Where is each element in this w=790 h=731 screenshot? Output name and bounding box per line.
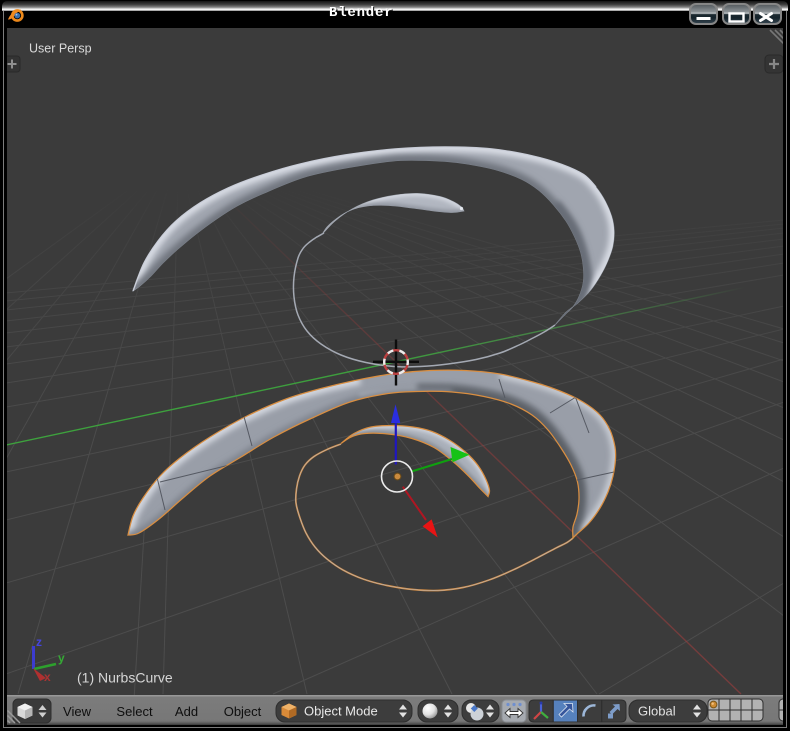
svg-text:Object: Object	[224, 704, 262, 719]
svg-text:User Persp: User Persp	[29, 42, 92, 56]
svg-text:View: View	[63, 704, 92, 719]
svg-text:x: x	[44, 670, 51, 684]
svg-text:Object Mode: Object Mode	[304, 704, 378, 719]
svg-text:Global: Global	[638, 704, 676, 719]
svg-text:Select: Select	[116, 704, 153, 719]
svg-text:(1) NurbsCurve: (1) NurbsCurve	[77, 670, 173, 686]
svg-text:Add: Add	[175, 704, 198, 719]
svg-text:y: y	[58, 651, 65, 665]
svg-text:z: z	[36, 635, 42, 649]
